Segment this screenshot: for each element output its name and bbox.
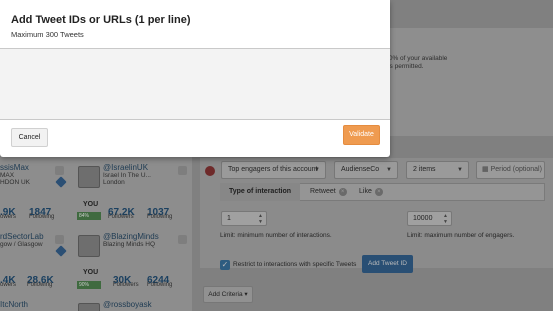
following-label: Following <box>27 282 53 288</box>
account-location: London <box>103 179 125 186</box>
tweet-ids-textarea[interactable] <box>0 48 390 120</box>
you-badge: YOU <box>83 201 99 208</box>
followers-label: Followers <box>113 282 139 288</box>
min-interactions-input[interactable]: 1 ▲ ▼ <box>221 211 267 226</box>
cancel-button[interactable]: Cancel <box>11 128 48 147</box>
close-icon[interactable]: × <box>338 188 347 196</box>
avatar <box>78 303 100 311</box>
following-label: Following <box>29 214 55 220</box>
account-name: @rossboyask <box>103 300 152 309</box>
account-select[interactable]: AudienseCo ▼ <box>334 161 398 179</box>
select-checkbox[interactable] <box>178 235 187 244</box>
match-chip: 84% <box>77 212 101 220</box>
select-checkbox[interactable] <box>55 235 64 244</box>
followers-label: Followers <box>108 214 134 220</box>
select-checkbox[interactable] <box>55 166 64 175</box>
tag-like[interactable]: Like × <box>359 183 383 201</box>
tag-retweet[interactable]: Retweet × <box>310 183 347 201</box>
validate-button[interactable]: Validate <box>343 125 380 145</box>
modal-title: Add Tweet IDs or URLs (1 per line) <box>11 14 191 26</box>
max-engagers-input[interactable]: 10000 ▲ ▼ <box>407 211 452 226</box>
chevron-down-icon: ▼ <box>386 167 392 173</box>
following-label: Following <box>147 214 173 220</box>
remove-criteria-icon[interactable] <box>205 166 215 176</box>
interaction-type-label: Type of interaction <box>220 183 300 201</box>
stepper-icon[interactable]: ▲ ▼ <box>443 213 448 225</box>
stepper-icon[interactable]: ▲ ▼ <box>258 213 263 225</box>
max-help-text: Limit: maximum number of engagers. <box>407 232 515 239</box>
notice-text: of 80% of your available cts is permitte… <box>378 55 448 70</box>
restrict-label: Restrict to interactions with specific T… <box>233 261 357 268</box>
add-tweet-id-button[interactable]: Add Tweet ID <box>362 255 413 273</box>
add-tweets-modal: Add Tweet IDs or URLs (1 per line) Maxim… <box>0 0 390 157</box>
following-label: Following <box>147 282 173 288</box>
add-criteria-button[interactable]: Add Criteria ▾ <box>203 286 253 303</box>
avatar <box>78 235 100 257</box>
account-card[interactable]: @rossboyask <box>103 300 195 311</box>
close-icon[interactable]: × <box>374 188 383 196</box>
items-select[interactable]: 2 items ▼ <box>406 161 469 179</box>
you-badge: YOU <box>83 269 99 276</box>
calendar-icon: ▦ <box>482 166 489 173</box>
followers-label: owers <box>0 214 17 220</box>
min-help-text: Limit: minimum number of interactions. <box>220 232 332 239</box>
followers-label: owers <box>0 282 17 288</box>
period-input[interactable]: ▦ Period (optional) <box>476 161 545 179</box>
engager-select[interactable]: Top engagers of this account ▼ <box>221 161 326 179</box>
chevron-down-icon: ▼ <box>457 167 463 173</box>
restrict-checkbox[interactable]: ✓ <box>220 260 230 270</box>
modal-subtitle: Maximum 300 Tweets <box>11 30 84 39</box>
chevron-down-icon: ▼ <box>314 167 320 173</box>
avatar <box>78 166 100 188</box>
select-checkbox[interactable] <box>178 166 187 175</box>
match-chip: 90% <box>77 281 101 289</box>
